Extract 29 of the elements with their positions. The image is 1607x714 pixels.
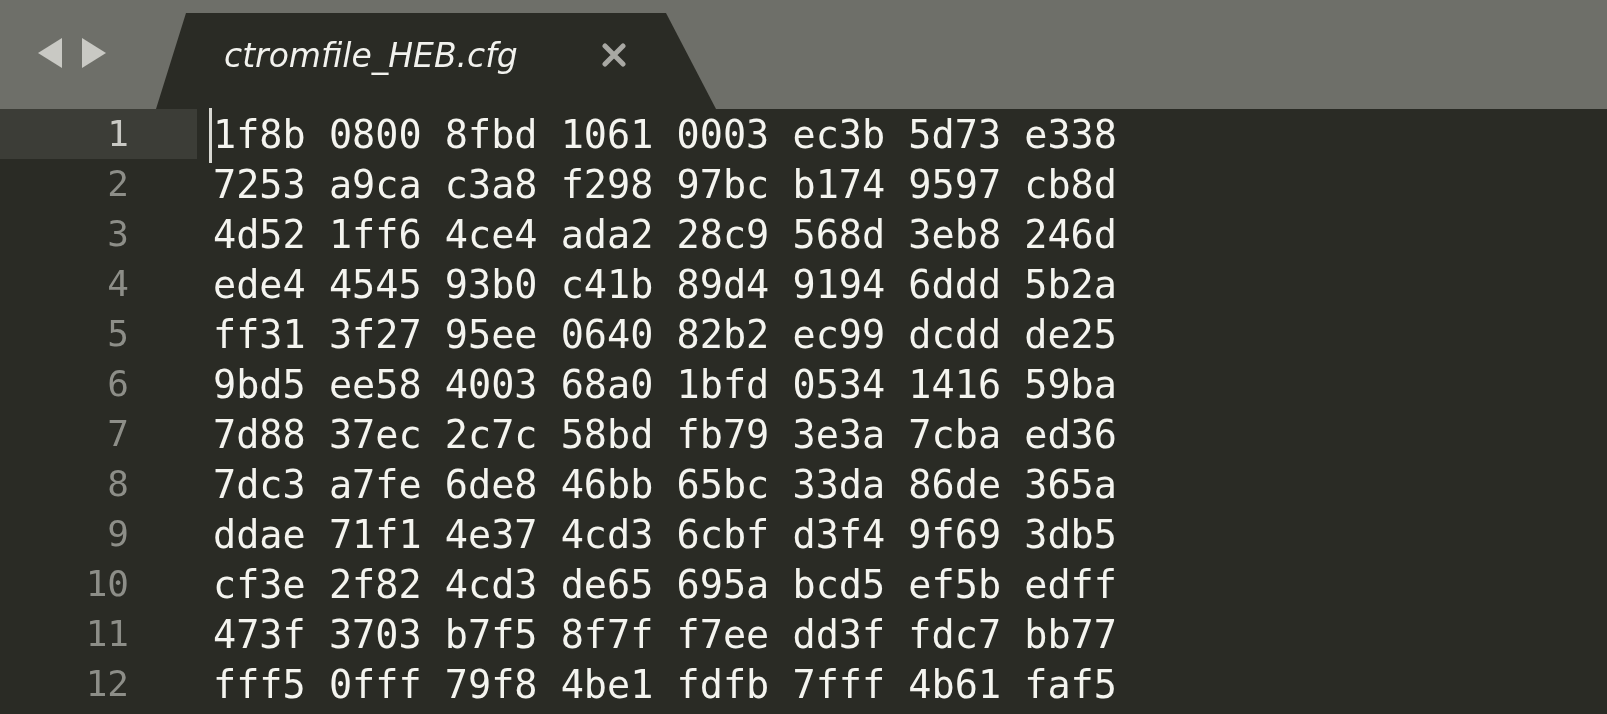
line-number: 11	[84, 612, 130, 656]
code-line: 1f8b 0800 8fbd 1061 0003 ec3b 5d73 e338	[213, 111, 1117, 157]
code-line: fff5 0fff 79f8 4be1 fdfb 7fff 4b61 faf5	[213, 661, 1117, 707]
line-number: 8	[106, 462, 130, 506]
line-number: 1	[0, 109, 197, 159]
line-number: 9	[106, 512, 130, 556]
close-icon[interactable]	[602, 43, 626, 67]
code-line: 7253 a9ca c3a8 f298 97bc b174 9597 cb8d	[213, 161, 1117, 207]
code-line: ede4 4545 93b0 c41b 89d4 9194 6ddd 5b2a	[213, 261, 1117, 307]
forward-arrow-icon[interactable]	[80, 36, 108, 70]
code-line: cf3e 2f82 4cd3 de65 695a bcd5 ef5b edff	[213, 561, 1117, 607]
line-number: 3	[106, 212, 130, 256]
code-line: 7dc3 a7fe 6de8 46bb 65bc 33da 86de 365a	[213, 461, 1117, 507]
code-line: ff31 3f27 95ee 0640 82b2 ec99 dcdd de25	[213, 311, 1117, 357]
text-cursor	[209, 107, 212, 163]
code-line: 473f 3703 b7f5 8f7f f7ee dd3f fdc7 bb77	[213, 611, 1117, 657]
line-number: 6	[106, 362, 130, 406]
back-arrow-icon[interactable]	[36, 36, 64, 70]
line-number: 4	[106, 262, 130, 306]
line-number: 5	[106, 312, 130, 356]
code-line: ddae 71f1 4e37 4cd3 6cbf d3f4 9f69 3db5	[213, 511, 1117, 557]
line-number: 12	[84, 662, 130, 706]
line-number: 2	[106, 162, 130, 206]
code-line: 9bd5 ee58 4003 68a0 1bfd 0534 1416 59ba	[213, 361, 1117, 407]
line-number: 7	[106, 412, 130, 456]
code-line: 4d52 1ff6 4ce4 ada2 28c9 568d 3eb8 246d	[213, 211, 1117, 257]
line-number: 10	[84, 562, 130, 606]
code-line: 7d88 37ec 2c7c 58bd fb79 3e3a 7cba ed36	[213, 411, 1117, 457]
file-tab[interactable]: ctromfile_HEB.cfg	[156, 13, 716, 109]
